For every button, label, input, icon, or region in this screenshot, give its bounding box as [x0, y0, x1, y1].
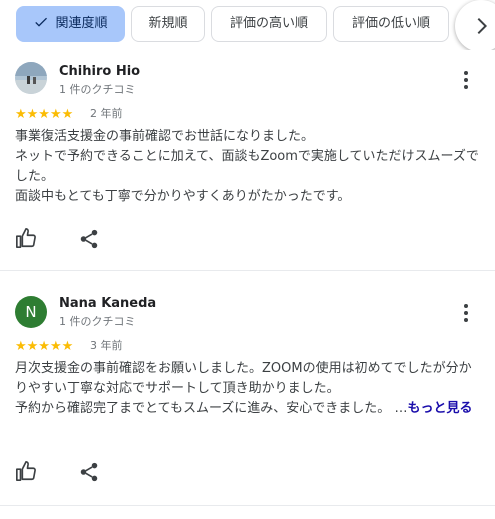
share-icon — [80, 462, 98, 482]
review-text: 月次支援金の事前確認をお願いしました。ZOOMの使用は初めてでしたが分かりやすい… — [15, 359, 480, 419]
star-rating: ★★★★★ — [15, 335, 73, 354]
star-icons: ★★★★★ — [15, 339, 74, 354]
share-button[interactable] — [78, 228, 102, 252]
avatar-photo — [15, 62, 47, 94]
chip-lowest-rating[interactable]: 評価の低い順 — [333, 6, 449, 42]
chip-relevance[interactable]: 関連度順 — [16, 6, 125, 42]
review-date: 3 年前 — [90, 339, 123, 352]
check-icon — [35, 17, 48, 27]
review-line-last: 予約から確認完了までとてもスムーズに進み、安心できました。 …もっと見る — [15, 399, 480, 419]
reviewer-name[interactable]: Chihiro Hio — [59, 64, 140, 79]
chip-label: 関連度順 — [55, 16, 108, 31]
reviewer-review-count: 1 件のクチコミ — [59, 315, 136, 328]
chip-newest[interactable]: 新規順 — [131, 6, 205, 42]
scroll-right-button[interactable] — [455, 0, 495, 50]
chip-label: 評価の高い順 — [229, 16, 308, 31]
avatar[interactable] — [15, 62, 47, 94]
review-text: 事業復活支援金の事前確認でお世話になりました。 ネットで予約できることに加えて、… — [15, 127, 480, 207]
chevron-right-icon — [477, 18, 487, 34]
like-button[interactable] — [15, 227, 39, 251]
review-date: 2 年前 — [90, 107, 123, 120]
chip-label: 評価の低い順 — [351, 16, 430, 31]
sort-chips-bar: 関連度順 新規順 評価の高い順 評価の低い順 — [0, 0, 495, 50]
more-options-button[interactable] — [456, 68, 476, 92]
share-icon — [80, 229, 98, 249]
review-divider — [0, 270, 495, 271]
star-rating: ★★★★★ — [15, 103, 73, 122]
review-line: 月次支援金の事前確認をお願いしました。ZOOMの使用は初めてでしたが分かりやすい… — [15, 361, 472, 396]
more-vert-icon — [464, 304, 468, 322]
show-more-link[interactable]: もっと見る — [407, 401, 472, 416]
review-line: 事業復活支援金の事前確認でお世話になりました。 — [15, 129, 315, 144]
chip-highest-rating[interactable]: 評価の高い順 — [211, 6, 327, 42]
review-line: ネットで予約できることに加えて、面談もZoomで実施していただけスムーズでした。 — [15, 149, 479, 184]
like-button[interactable] — [15, 460, 39, 484]
more-options-button[interactable] — [456, 301, 476, 325]
review-divider — [0, 505, 495, 506]
avatar[interactable]: N — [15, 296, 47, 328]
review-line: 予約から確認完了までとてもスムーズに進み、安心できました。 … — [15, 401, 408, 416]
star-icons: ★★★★★ — [15, 107, 74, 122]
review-line: 面談中もとても丁寧で分かりやすくありがたかったです。 — [15, 189, 351, 204]
chip-label: 新規順 — [148, 16, 188, 31]
more-vert-icon — [464, 71, 468, 89]
reviewer-name[interactable]: Nana Kaneda — [59, 296, 156, 311]
share-button[interactable] — [78, 461, 102, 485]
avatar-letter: N — [25, 303, 37, 321]
thumb-up-icon — [16, 228, 36, 248]
reviewer-review-count: 1 件のクチコミ — [59, 83, 136, 96]
thumb-up-icon — [16, 461, 36, 481]
